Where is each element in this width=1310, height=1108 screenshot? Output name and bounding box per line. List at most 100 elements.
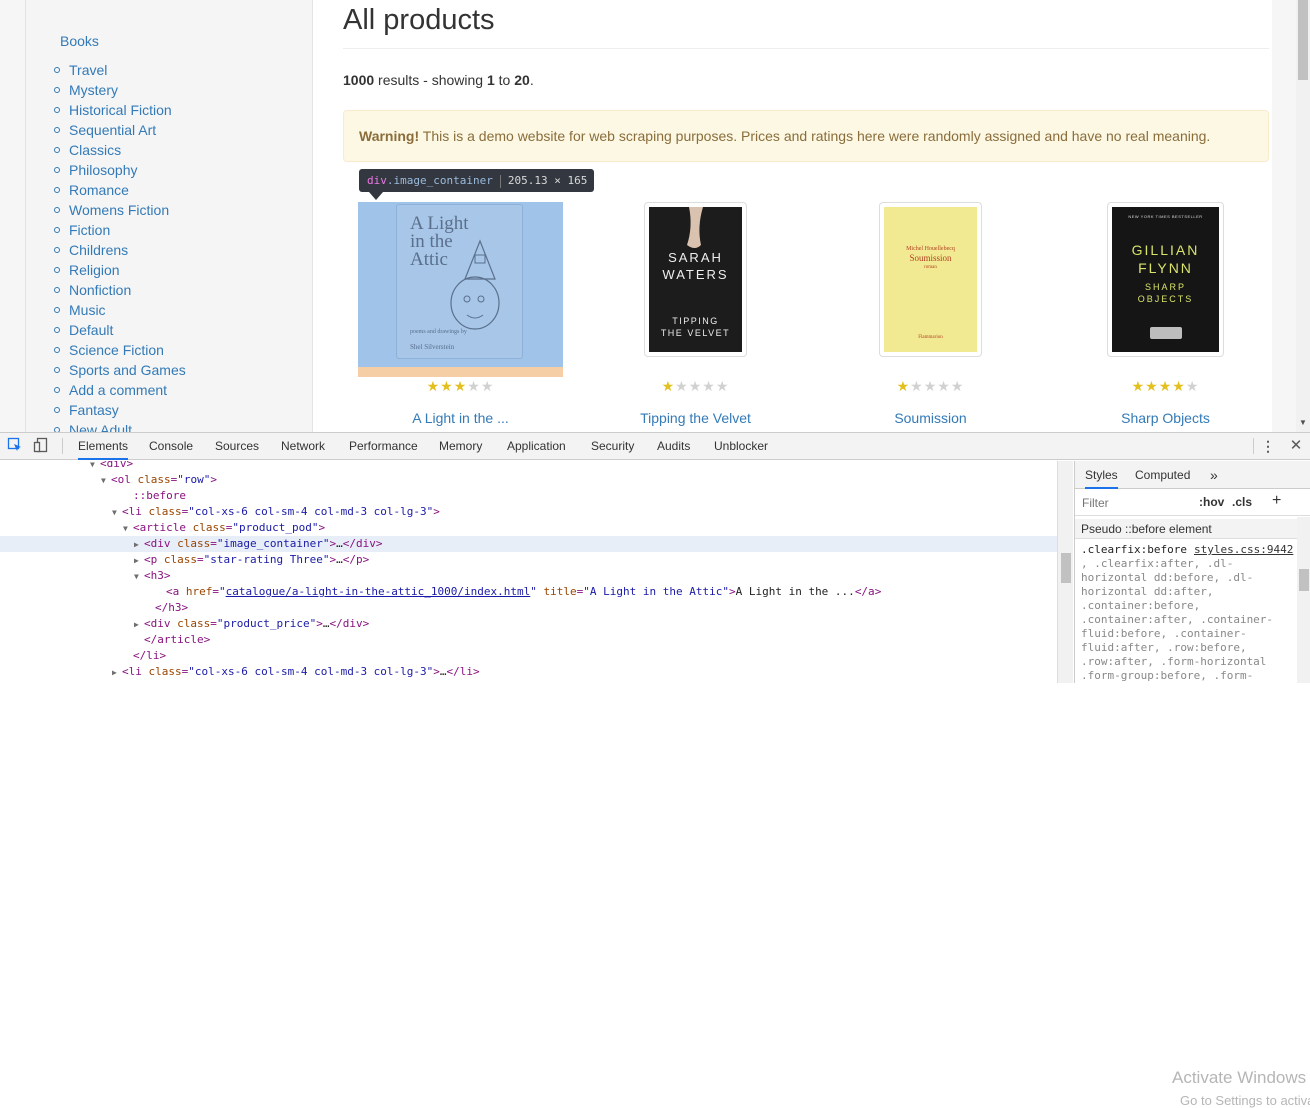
- product-title-link[interactable]: Tipping the Velvet: [593, 409, 798, 427]
- dom-node[interactable]: ::before: [0, 488, 1057, 504]
- devtools-tab-sources[interactable]: Sources: [215, 433, 259, 460]
- devtools-tab-memory[interactable]: Memory: [439, 433, 482, 460]
- bullet-icon: [54, 407, 60, 413]
- devtools-tab-security[interactable]: Security: [591, 433, 634, 460]
- devtools-tab-console[interactable]: Console: [149, 433, 193, 460]
- category-item[interactable]: Nonfiction: [53, 280, 186, 300]
- device-toolbar-icon[interactable]: [32, 437, 50, 455]
- product-title-link[interactable]: Soumission: [828, 409, 1033, 427]
- star-empty-icon: ★: [1185, 378, 1200, 394]
- devtools-tab-performance[interactable]: Performance: [349, 433, 418, 460]
- cover-figure: [687, 207, 703, 248]
- device-toolbar-svg: [33, 437, 48, 453]
- category-label: Womens Fiction: [69, 202, 170, 218]
- collapsed-arrow-icon[interactable]: ▶: [134, 553, 144, 569]
- category-label: Travel: [69, 62, 108, 78]
- dom-node[interactable]: ▼ <li class="col-xs-6 col-sm-4 col-md-3 c…: [0, 504, 1057, 520]
- more-options-icon[interactable]: ⋮: [1259, 437, 1277, 455]
- category-item[interactable]: Womens Fiction: [53, 200, 186, 220]
- category-item[interactable]: New Adult: [53, 420, 186, 432]
- category-label: Historical Fiction: [69, 102, 172, 118]
- tab-styles[interactable]: Styles: [1085, 461, 1118, 489]
- elements-scrollbar-thumb[interactable]: [1061, 553, 1071, 583]
- styles-filter-input[interactable]: [1078, 493, 1188, 513]
- category-root-link[interactable]: Books: [60, 32, 99, 50]
- styles-scrollbar-thumb[interactable]: [1299, 569, 1309, 591]
- devtools-panel: Elements Console Sources Network Performance…: [0, 432, 1310, 1108]
- star-filled-icon: ★: [426, 378, 441, 394]
- bullet-icon: [54, 107, 60, 113]
- close-devtools-icon[interactable]: ✕: [1287, 437, 1305, 455]
- category-item[interactable]: Philosophy: [53, 160, 186, 180]
- book-cover-soumission[interactable]: Michel Houellebecq Soumission roman Flam…: [884, 207, 977, 352]
- category-item[interactable]: Classics: [53, 140, 186, 160]
- dom-node[interactable]: ▼ <ol class="row">: [0, 472, 1057, 488]
- dom-node[interactable]: </h3>: [0, 600, 1057, 616]
- dom-node[interactable]: </li>: [0, 648, 1057, 664]
- expanded-arrow-icon[interactable]: ▼: [112, 505, 122, 521]
- category-item[interactable]: Fantasy: [53, 400, 186, 420]
- category-item[interactable]: Add a comment: [53, 380, 186, 400]
- book-cover-tipping-the-velvet[interactable]: SARAH WATERS TIPPING THE VELVET: [649, 207, 742, 352]
- new-style-rule-icon[interactable]: +: [1272, 492, 1281, 510]
- styles-sidebar: Styles Computed » :hov .cls + Pseudo ::b…: [1074, 461, 1310, 683]
- dom-node[interactable]: ▶ <p class="star-rating Three">…</p>: [0, 552, 1057, 568]
- devtools-tab-audits[interactable]: Audits: [657, 433, 690, 460]
- dom-node-selected[interactable]: ▶ <div class="image_container">…</div>: [0, 536, 1057, 552]
- stylesheet-source-link[interactable]: styles.css:9442: [1194, 543, 1293, 557]
- dom-node[interactable]: ▼ <article class="product_pod">: [0, 520, 1057, 536]
- dom-node[interactable]: ▼ <h3>: [0, 568, 1057, 584]
- dom-node[interactable]: <a href="catalogue/a-light-in-the-attic_…: [0, 584, 1057, 600]
- book-cover-a-light-in-the-attic[interactable]: A Light in the Attic poems and drawings …: [396, 204, 523, 359]
- category-item[interactable]: Music: [53, 300, 186, 320]
- category-item[interactable]: Science Fiction: [53, 340, 186, 360]
- warning-alert: Warning! This is a demo website for web …: [343, 110, 1269, 162]
- category-item[interactable]: Historical Fiction: [53, 100, 186, 120]
- star-rating: ★★★★★: [1063, 378, 1268, 394]
- collapsed-arrow-icon[interactable]: ▶: [134, 537, 144, 553]
- devtools-tab-elements[interactable]: Elements: [78, 433, 129, 460]
- more-tabs-icon[interactable]: »: [1210, 461, 1218, 489]
- dom-node-markup: <p class="star-rating Three">…</p>: [144, 553, 370, 566]
- collapsed-arrow-icon[interactable]: ▶: [112, 665, 122, 681]
- category-item[interactable]: Sequential Art: [53, 120, 186, 140]
- category-item[interactable]: Mystery: [53, 80, 186, 100]
- category-label: Religion: [69, 262, 120, 278]
- category-item[interactable]: Sports and Games: [53, 360, 186, 380]
- scroll-down-arrow-icon[interactable]: ▼: [1296, 416, 1310, 430]
- style-rule-selectors: .clearfix:before , .clearfix:after, .dl-…: [1081, 543, 1303, 683]
- category-item[interactable]: Default: [53, 320, 186, 340]
- rule-selector-line: .container:after, .container-: [1081, 613, 1274, 626]
- category-label: Philosophy: [69, 162, 138, 178]
- styles-scrollbar[interactable]: [1297, 517, 1310, 683]
- dom-node-markup: <li class="col-xs-6 col-sm-4 col-md-3 co…: [122, 505, 440, 518]
- category-item[interactable]: Childrens: [53, 240, 186, 260]
- tab-computed[interactable]: Computed: [1135, 461, 1190, 489]
- collapsed-arrow-icon[interactable]: ▶: [134, 617, 144, 633]
- product-title-link[interactable]: A Light in the ...: [358, 409, 563, 427]
- category-item[interactable]: Romance: [53, 180, 186, 200]
- category-item[interactable]: Travel: [53, 60, 186, 80]
- expanded-arrow-icon[interactable]: ▼: [123, 521, 133, 537]
- dom-node[interactable]: </article>: [0, 632, 1057, 648]
- class-toggle[interactable]: .cls: [1232, 495, 1252, 509]
- dom-node[interactable]: ▼ <div>: [0, 461, 1057, 472]
- tabbar-separator: [62, 438, 63, 454]
- expanded-arrow-icon[interactable]: ▼: [101, 473, 111, 489]
- book-cover-sharp-objects[interactable]: NEW YORK TIMES BESTSELLER GILLIAN FLYNN …: [1112, 207, 1219, 352]
- dom-node[interactable]: ▶ <li class="col-xs-6 col-sm-4 col-md-3 c…: [0, 664, 1057, 680]
- category-label: Fantasy: [69, 402, 119, 418]
- category-item[interactable]: Fiction: [53, 220, 186, 240]
- category-item[interactable]: Religion: [53, 260, 186, 280]
- dom-node-markup: <li class="col-xs-6 col-sm-4 col-md-3 co…: [122, 665, 480, 678]
- dom-node[interactable]: ▶ <div class="product_price">…</div>: [0, 616, 1057, 632]
- expanded-arrow-icon[interactable]: ▼: [134, 569, 144, 585]
- inspect-element-icon[interactable]: [6, 437, 24, 455]
- devtools-tab-unblocker[interactable]: Unblocker: [714, 433, 768, 460]
- hover-state-toggle[interactable]: :hov: [1199, 495, 1224, 509]
- devtools-tab-network[interactable]: Network: [281, 433, 325, 460]
- product-title-link[interactable]: Sharp Objects: [1063, 409, 1268, 427]
- page-scrollbar-thumb[interactable]: [1298, 0, 1308, 80]
- devtools-tab-application[interactable]: Application: [507, 433, 566, 460]
- page-title: All products: [343, 4, 495, 36]
